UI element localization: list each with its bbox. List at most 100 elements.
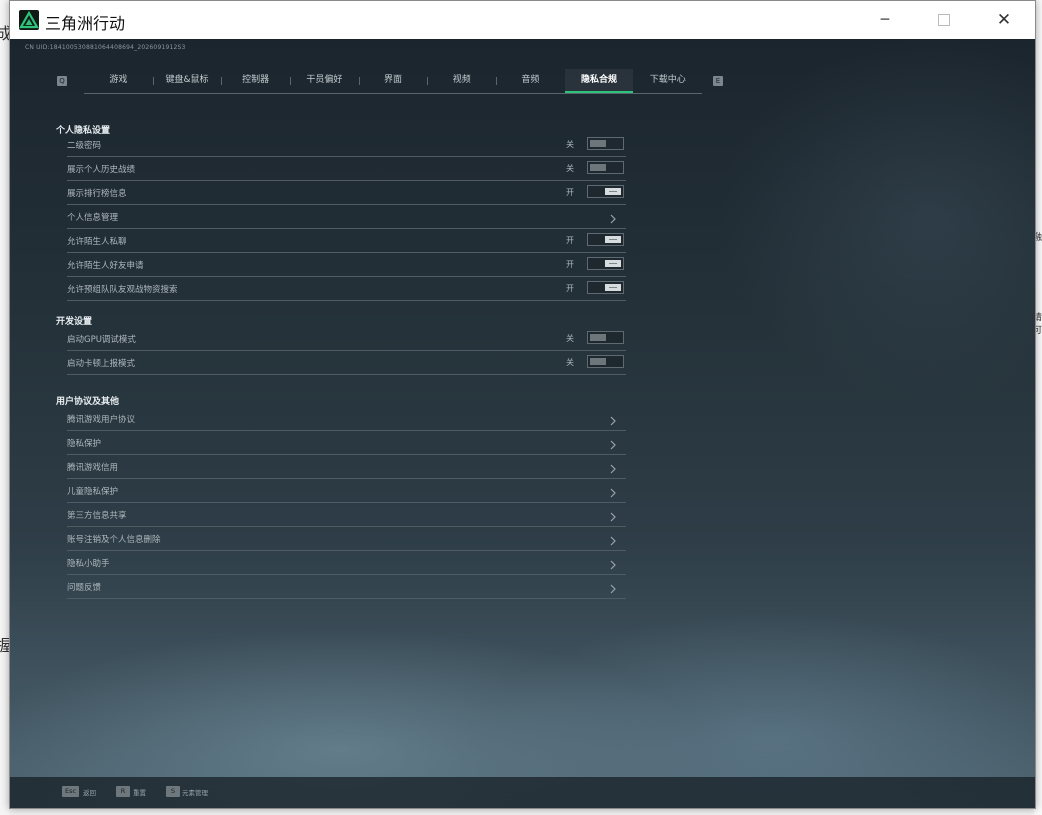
tab-item[interactable]: 视频 xyxy=(427,69,496,93)
toggle-switch[interactable] xyxy=(587,355,624,368)
toggle-knob xyxy=(590,334,606,341)
maximize-button[interactable] xyxy=(915,1,973,39)
toggle-knob xyxy=(605,284,621,291)
toggle-knob xyxy=(605,236,621,243)
settings-row[interactable]: 展示排行榜信息 开 xyxy=(67,181,626,205)
settings-row[interactable]: 隐私小助手 xyxy=(67,551,626,575)
footer-key[interactable]: R xyxy=(116,786,130,797)
window-title: 三角洲行动 xyxy=(45,14,126,33)
footer-key[interactable]: S xyxy=(166,786,180,797)
toggle-state-label: 关 xyxy=(566,334,574,343)
settings-row[interactable]: 儿童隐私保护 xyxy=(67,479,626,503)
app-window: 三角洲行动 ─ ✕ CN UID:184100530881064408694_2… xyxy=(9,0,1036,809)
tab-item[interactable]: 干员偏好 xyxy=(290,69,359,93)
settings-row-label: 腾讯游戏用户协议 xyxy=(67,415,136,425)
toggle-switch[interactable] xyxy=(587,257,624,270)
toggle-state-label: 关 xyxy=(566,164,574,173)
settings-row-label: 允许陌生人好友申请 xyxy=(67,261,144,271)
chevron-right-icon xyxy=(608,580,618,594)
delta-force-logo-icon xyxy=(19,10,39,30)
toggle-state-label: 开 xyxy=(566,260,574,269)
settings-row[interactable]: 启动GPU调试模式 关 xyxy=(67,327,626,351)
toggle-knob xyxy=(590,164,606,171)
settings-tab-bar: 游戏 键盘&鼠标 控制器 干员偏好 界面 视频 音频 隐私合规 下载中心 xyxy=(84,69,702,94)
toggle-knob xyxy=(590,140,606,147)
settings-row-label: 隐私小助手 xyxy=(67,559,110,569)
footer-label: 返回 xyxy=(83,789,96,797)
toggle-knob xyxy=(590,358,606,365)
chevron-right-icon xyxy=(608,556,618,570)
settings-row-label: 账号注销及个人信息删除 xyxy=(67,535,161,545)
tab-item[interactable]: 下载中心 xyxy=(633,69,702,93)
settings-row[interactable]: 展示个人历史战绩 关 xyxy=(67,157,626,181)
settings-row[interactable]: 启动卡顿上报模式 关 xyxy=(67,351,626,375)
settings-row-label: 展示个人历史战绩 xyxy=(67,165,136,175)
section-title-dev: 开发设置 xyxy=(56,317,93,327)
toggle-state-label: 关 xyxy=(566,140,574,149)
settings-row[interactable]: 二级密码 关 xyxy=(67,133,626,157)
toggle-state-label: 开 xyxy=(566,188,574,197)
toggle-state-label: 开 xyxy=(566,236,574,245)
chevron-right-icon xyxy=(608,508,618,522)
settings-row[interactable]: 允许陌生人好友申请 开 xyxy=(67,253,626,277)
maximize-icon xyxy=(938,14,950,26)
toggle-state-label: 关 xyxy=(566,358,574,367)
settings-row[interactable]: 腾讯游戏信用 xyxy=(67,455,626,479)
settings-row[interactable]: 问题反馈 xyxy=(67,575,626,599)
tab-item[interactable]: 游戏 xyxy=(84,69,153,93)
settings-row[interactable]: 允许陌生人私聊 开 xyxy=(67,229,626,253)
toggle-switch[interactable] xyxy=(587,185,624,198)
toggle-switch[interactable] xyxy=(587,281,624,294)
toggle-knob xyxy=(605,260,621,267)
title-bar[interactable]: 三角洲行动 ─ ✕ xyxy=(10,1,1035,39)
settings-row-label: 启动卡顿上报模式 xyxy=(67,359,136,369)
toggle-knob xyxy=(605,188,621,195)
footer-key[interactable]: Esc xyxy=(62,786,80,797)
footer-bar: Esc 返回 R 重置 S 元素管理 xyxy=(10,777,1035,808)
settings-row[interactable]: 允许预组队队友观战物资搜索 开 xyxy=(67,277,626,301)
chevron-right-icon xyxy=(608,412,618,426)
close-button[interactable]: ✕ xyxy=(975,1,1033,39)
chevron-right-icon xyxy=(608,532,618,546)
minimize-button[interactable]: ─ xyxy=(856,1,914,39)
settings-row-label: 问题反馈 xyxy=(67,583,102,593)
tab-item[interactable]: 界面 xyxy=(358,69,428,93)
settings-row-label: 儿童隐私保护 xyxy=(67,487,119,497)
settings-row-label: 第三方信息共享 xyxy=(67,511,127,521)
toggle-switch[interactable] xyxy=(587,137,624,150)
settings-row-label: 启动GPU调试模式 xyxy=(67,335,136,345)
footer-label: 重置 xyxy=(133,789,146,797)
chevron-right-icon xyxy=(608,484,618,498)
settings-row-label: 个人信息管理 xyxy=(67,213,119,223)
tab-next-key[interactable]: E xyxy=(713,76,723,86)
settings-row[interactable]: 隐私保护 xyxy=(67,431,626,455)
toggle-switch[interactable] xyxy=(587,161,624,174)
background-panel xyxy=(0,0,9,815)
settings-row-label: 允许预组队队友观战物资搜索 xyxy=(67,285,178,295)
settings-row[interactable]: 第三方信息共享 xyxy=(67,503,626,527)
minimize-icon: ─ xyxy=(880,12,890,28)
settings-row-label: 允许陌生人私聊 xyxy=(67,237,127,247)
settings-row-label: 隐私保护 xyxy=(67,439,102,449)
section-title-agreements: 用户协议及其他 xyxy=(56,397,120,407)
settings-row[interactable]: 个人信息管理 xyxy=(67,205,626,229)
settings-row-label: 二级密码 xyxy=(67,141,102,151)
toggle-switch[interactable] xyxy=(587,331,624,344)
close-icon: ✕ xyxy=(996,10,1012,30)
settings-row-label: 腾讯游戏信用 xyxy=(67,463,119,473)
tab-item[interactable]: 键盘&鼠标 xyxy=(152,69,222,93)
chevron-right-icon xyxy=(608,460,618,474)
settings-row[interactable]: 腾讯游戏用户协议 xyxy=(67,407,626,431)
toggle-switch[interactable] xyxy=(587,233,624,246)
tab-prev-key[interactable]: Q xyxy=(57,76,67,86)
tab-item[interactable]: 控制器 xyxy=(221,69,290,93)
chevron-right-icon xyxy=(608,436,618,450)
settings-row-label: 展示排行榜信息 xyxy=(67,189,127,199)
footer-label: 元素管理 xyxy=(182,789,208,797)
tab-item[interactable]: 音频 xyxy=(496,69,565,93)
tab-item[interactable]: 隐私合规 xyxy=(564,69,634,93)
toggle-state-label: 开 xyxy=(566,284,574,293)
settings-row[interactable]: 账号注销及个人信息删除 xyxy=(67,527,626,551)
game-settings-screen: CN UID:184100530881064408694_2026091912S… xyxy=(10,39,1035,808)
chevron-right-icon xyxy=(608,210,618,224)
